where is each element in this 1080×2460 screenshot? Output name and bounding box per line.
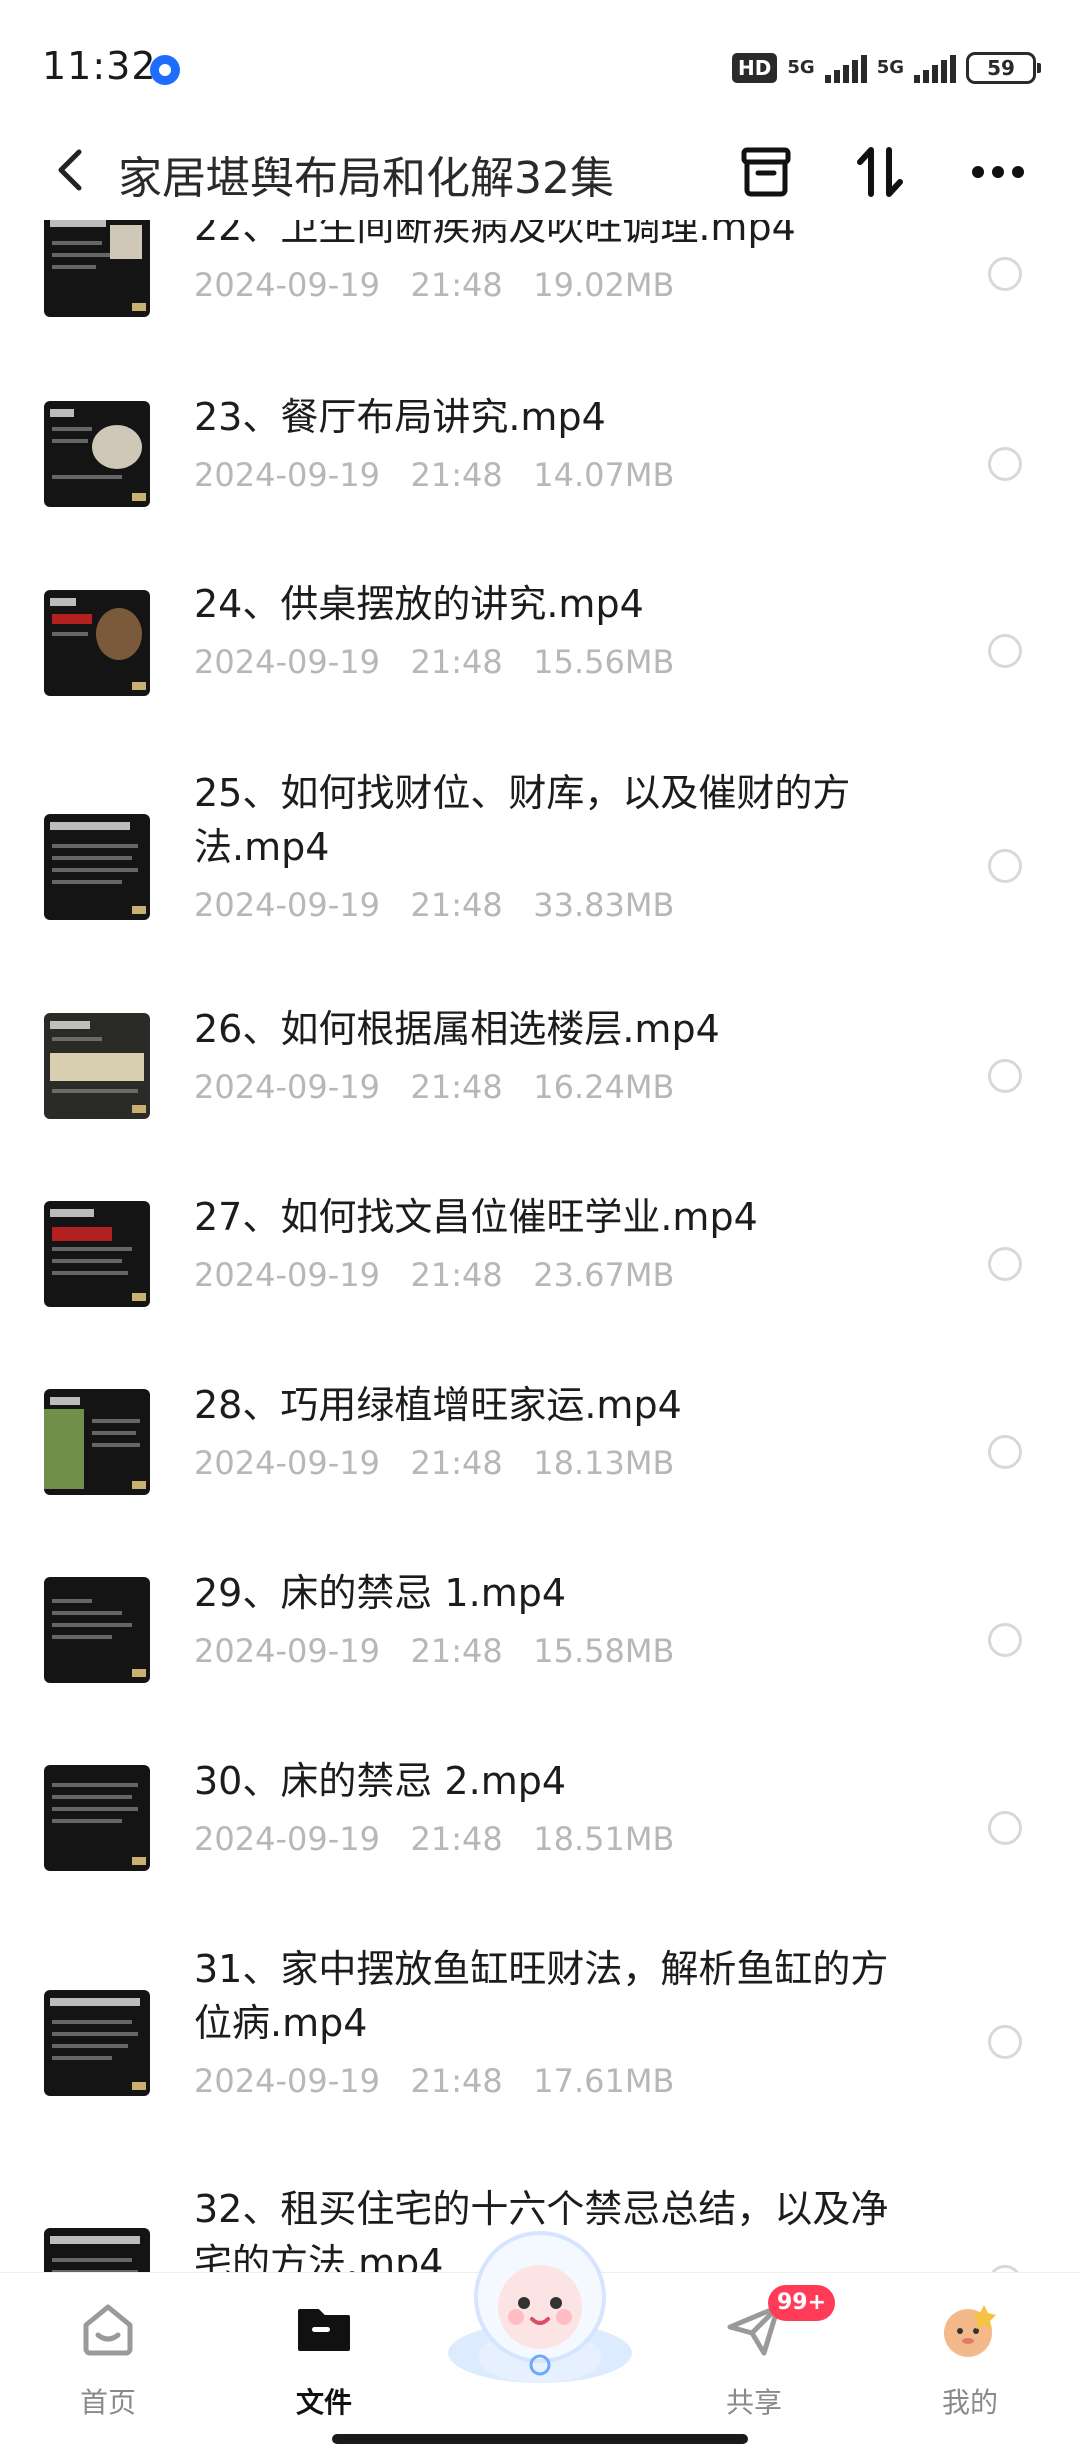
select-checkbox[interactable] — [988, 1811, 1022, 1845]
file-item[interactable]: 26、如何根据属相选楼层.mp4 2024-09-19 21:48 16.24M… — [0, 1002, 1080, 1152]
file-item[interactable]: 29、床的禁忌 1.mp4 2024-09-19 21:48 15.58MB — [0, 1566, 1080, 1716]
video-thumbnail — [44, 1765, 150, 1871]
tab-share-label: 共享 — [725, 2386, 782, 2419]
status-time: 11:32 — [42, 44, 157, 88]
file-name: 23、餐厅布局讲究.mp4 — [194, 395, 606, 439]
file-meta: 2024-09-19 21:48 15.56MB — [194, 643, 675, 681]
back-icon — [58, 149, 82, 191]
video-thumbnail — [44, 2228, 150, 2272]
battery-level: 59 — [987, 56, 1015, 80]
tab-home[interactable]: 首页 — [38, 2289, 178, 2419]
back-button[interactable] — [40, 140, 100, 200]
select-checkbox[interactable] — [988, 1623, 1022, 1657]
file-meta: 2024-09-19 21:48 33.83MB — [194, 886, 675, 924]
select-checkbox[interactable] — [988, 257, 1022, 291]
notification-dot-icon — [150, 55, 180, 85]
network-label-2: 5G — [876, 57, 904, 78]
archive-icon — [741, 147, 791, 197]
mascot-assistant-button[interactable] — [440, 2215, 640, 2395]
more-button[interactable] — [966, 140, 1030, 204]
select-checkbox[interactable] — [988, 849, 1022, 883]
select-checkbox[interactable] — [988, 1059, 1022, 1093]
status-indicators: HD 5G 5G 59 — [732, 48, 1041, 88]
file-name: 27、如何找文昌位催旺学业.mp4 — [194, 1195, 758, 1239]
video-thumbnail — [44, 220, 150, 317]
file-item[interactable]: 28、巧用绿植增旺家运.mp4 2024-09-19 21:48 18.13MB — [0, 1378, 1080, 1528]
profile-avatar-icon — [944, 2305, 996, 2357]
tab-home-label: 首页 — [79, 2386, 136, 2419]
video-thumbnail — [44, 1389, 150, 1495]
file-name: 26、如何根据属相选楼层.mp4 — [194, 1007, 720, 1051]
video-thumbnail — [44, 401, 150, 507]
file-meta: 2024-09-19 21:48 17.61MB — [194, 2062, 675, 2100]
select-checkbox[interactable] — [988, 1435, 1022, 1469]
file-name: 28、巧用绿植增旺家运.mp4 — [194, 1383, 682, 1427]
nav-bar: 家居堪舆布局和化解32集 — [0, 120, 1080, 220]
tab-share[interactable]: 99+ 共享 — [684, 2285, 836, 2419]
select-checkbox[interactable] — [988, 447, 1022, 481]
video-thumbnail — [44, 814, 150, 920]
signal-icon-2 — [914, 53, 956, 83]
file-name: 30、床的禁忌 2.mp4 — [194, 1759, 567, 1803]
file-item[interactable]: 24、供桌摆放的讲究.mp4 2024-09-19 21:48 15.56MB — [0, 577, 1080, 727]
file-list: 22、卫生间断疾病及吹旺调理.mp4 2024-09-19 21:48 19.0… — [0, 220, 1080, 2272]
file-item[interactable]: 31、家中摆放鱼缸旺财法，解析鱼缸的方位病.mp4 2024-09-19 21:… — [0, 1942, 1080, 2142]
home-indicator — [332, 2434, 748, 2444]
file-item[interactable]: 27、如何找文昌位催旺学业.mp4 2024-09-19 21:48 23.67… — [0, 1190, 1080, 1340]
folder-icon — [298, 2309, 350, 2351]
file-item[interactable]: 30、床的禁忌 2.mp4 2024-09-19 21:48 18.51MB — [0, 1754, 1080, 1904]
video-thumbnail — [44, 590, 150, 696]
more-icon — [972, 166, 1024, 178]
status-bar: 11:32 HD 5G 5G 59 — [0, 0, 1080, 140]
file-meta: 2024-09-19 21:48 23.67MB — [194, 1256, 675, 1294]
file-meta: 2024-09-19 21:48 14.07MB — [194, 456, 675, 494]
signal-icon-1 — [824, 53, 867, 83]
video-thumbnail — [44, 1013, 150, 1119]
tab-files[interactable]: 文件 — [254, 2289, 394, 2419]
page-title: 家居堪舆布局和化解32集 — [118, 153, 614, 204]
file-name: 29、床的禁忌 1.mp4 — [194, 1571, 567, 1615]
tab-profile[interactable]: 我的 — [900, 2289, 1040, 2419]
file-item[interactable]: 22、卫生间断疾病及吹旺调理.mp4 2024-09-19 21:48 19.0… — [0, 220, 1080, 350]
hd-voice-icon: HD — [732, 53, 778, 83]
select-checkbox[interactable] — [988, 1247, 1022, 1281]
select-checkbox[interactable] — [988, 634, 1022, 668]
file-meta: 2024-09-19 21:48 18.51MB — [194, 1820, 675, 1858]
file-item[interactable]: 23、餐厅布局讲究.mp4 2024-09-19 21:48 14.07MB — [0, 390, 1080, 540]
sort-icon — [857, 147, 903, 197]
file-name: 25、如何找财位、财库，以及催财的方法.mp4 — [194, 771, 851, 869]
file-meta: 2024-09-19 21:48 18.13MB — [194, 1444, 675, 1482]
file-name: 24、供桌摆放的讲究.mp4 — [194, 582, 644, 626]
video-thumbnail — [44, 1201, 150, 1307]
video-thumbnail — [44, 1577, 150, 1683]
home-icon — [83, 2304, 133, 2356]
select-checkbox[interactable] — [988, 2025, 1022, 2059]
archive-button[interactable] — [734, 140, 798, 204]
notification-badge: 99+ — [768, 2285, 836, 2321]
file-meta: 2024-09-19 21:48 19.02MB — [194, 266, 675, 304]
network-label-1: 5G — [787, 57, 815, 78]
video-thumbnail — [44, 1990, 150, 2096]
file-item[interactable]: 25、如何找财位、财库，以及催财的方法.mp4 2024-09-19 21:48… — [0, 766, 1080, 966]
select-checkbox[interactable] — [988, 2265, 1022, 2272]
file-name: 22、卫生间断疾病及吹旺调理.mp4 — [194, 220, 796, 249]
tab-files-label: 文件 — [295, 2386, 352, 2419]
sort-button[interactable] — [848, 140, 912, 204]
file-name: 31、家中摆放鱼缸旺财法，解析鱼缸的方位病.mp4 — [194, 1947, 889, 2045]
file-meta: 2024-09-19 21:48 15.58MB — [194, 1632, 675, 1670]
battery-icon: 59 — [966, 52, 1041, 84]
tab-profile-label: 我的 — [941, 2386, 998, 2419]
file-meta: 2024-09-19 21:48 16.24MB — [194, 1068, 675, 1106]
